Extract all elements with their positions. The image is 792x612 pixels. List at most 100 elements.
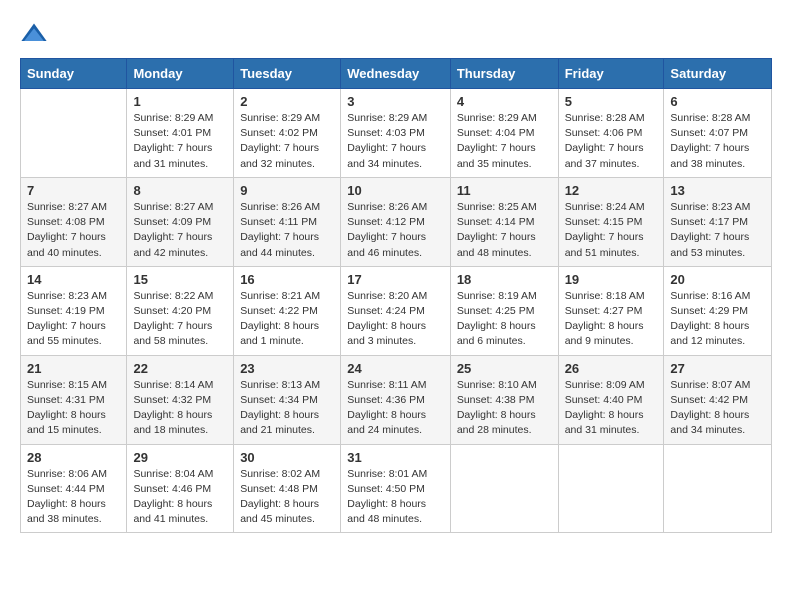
- weekday-header-sunday: Sunday: [21, 59, 127, 89]
- day-number: 30: [240, 450, 334, 465]
- day-number: 20: [670, 272, 765, 287]
- day-number: 6: [670, 94, 765, 109]
- calendar-cell: 9 Sunrise: 8:26 AM Sunset: 4:11 PM Daylig…: [234, 177, 341, 266]
- day-number: 23: [240, 361, 334, 376]
- day-info: Sunrise: 8:22 AM Sunset: 4:20 PM Dayligh…: [133, 289, 227, 350]
- day-number: 16: [240, 272, 334, 287]
- calendar-cell: 7Sunrise: 8:27 AM Sunset: 4:08 PM Daylig…: [21, 177, 127, 266]
- day-number: 28: [27, 450, 120, 465]
- calendar-week-row: 21Sunrise: 8:15 AM Sunset: 4:31 PM Dayli…: [21, 355, 772, 444]
- day-number: 27: [670, 361, 765, 376]
- day-number: 14: [27, 272, 120, 287]
- calendar-cell: [558, 444, 664, 533]
- day-number: 12: [565, 183, 658, 198]
- day-number: 10: [347, 183, 444, 198]
- weekday-header-friday: Friday: [558, 59, 664, 89]
- day-number: 19: [565, 272, 658, 287]
- logo-icon: [20, 20, 48, 48]
- calendar-cell: [450, 444, 558, 533]
- calendar-cell: 3 Sunrise: 8:29 AM Sunset: 4:03 PM Daylig…: [341, 89, 451, 178]
- day-info: Sunrise: 8:27 AM Sunset: 4:09 PM Dayligh…: [133, 200, 227, 261]
- day-number: 8: [133, 183, 227, 198]
- calendar-cell: 16Sunrise: 8:21 AM Sunset: 4:22 PM Dayli…: [234, 266, 341, 355]
- day-number: 5: [565, 94, 658, 109]
- day-number: 17: [347, 272, 444, 287]
- calendar-week-row: 28 Sunrise: 8:06 AM Sunset: 4:44 PM Dayli…: [21, 444, 772, 533]
- day-info: Sunrise: 8:28 AM Sunset: 4:07 PM Dayligh…: [670, 111, 765, 172]
- weekday-header-tuesday: Tuesday: [234, 59, 341, 89]
- day-info: Sunrise: 8:28 AM Sunset: 4:06 PM Dayligh…: [565, 111, 658, 172]
- calendar-week-row: 14Sunrise: 8:23 AM Sunset: 4:19 PM Dayli…: [21, 266, 772, 355]
- calendar-cell: 22 Sunrise: 8:14 AM Sunset: 4:32 PM Dayli…: [127, 355, 234, 444]
- calendar-cell: 14Sunrise: 8:23 AM Sunset: 4:19 PM Dayli…: [21, 266, 127, 355]
- calendar-cell: 25Sunrise: 8:10 AM Sunset: 4:38 PM Dayli…: [450, 355, 558, 444]
- calendar-cell: 10 Sunrise: 8:26 AM Sunset: 4:12 PM Dayli…: [341, 177, 451, 266]
- day-info: Sunrise: 8:09 AM Sunset: 4:40 PM Dayligh…: [565, 378, 658, 439]
- calendar-cell: 27 Sunrise: 8:07 AM Sunset: 4:42 PM Dayli…: [664, 355, 772, 444]
- calendar-cell: 21Sunrise: 8:15 AM Sunset: 4:31 PM Dayli…: [21, 355, 127, 444]
- calendar-cell: 17 Sunrise: 8:20 AM Sunset: 4:24 PM Dayli…: [341, 266, 451, 355]
- day-number: 31: [347, 450, 444, 465]
- day-info: Sunrise: 8:29 AM Sunset: 4:01 PM Dayligh…: [133, 111, 227, 172]
- calendar-cell: 4 Sunrise: 8:29 AM Sunset: 4:04 PM Daylig…: [450, 89, 558, 178]
- day-number: 9: [240, 183, 334, 198]
- day-info: Sunrise: 8:01 AM Sunset: 4:50 PM Dayligh…: [347, 467, 444, 528]
- day-number: 29: [133, 450, 227, 465]
- day-info: Sunrise: 8:07 AM Sunset: 4:42 PM Dayligh…: [670, 378, 765, 439]
- calendar-cell: 24Sunrise: 8:11 AM Sunset: 4:36 PM Dayli…: [341, 355, 451, 444]
- calendar-cell: 19 Sunrise: 8:18 AM Sunset: 4:27 PM Dayli…: [558, 266, 664, 355]
- calendar-cell: 15 Sunrise: 8:22 AM Sunset: 4:20 PM Dayli…: [127, 266, 234, 355]
- day-info: Sunrise: 8:29 AM Sunset: 4:03 PM Dayligh…: [347, 111, 444, 172]
- calendar-cell: 18 Sunrise: 8:19 AM Sunset: 4:25 PM Dayli…: [450, 266, 558, 355]
- day-info: Sunrise: 8:04 AM Sunset: 4:46 PM Dayligh…: [133, 467, 227, 528]
- logo: [20, 20, 52, 48]
- day-number: 3: [347, 94, 444, 109]
- day-number: 2: [240, 94, 334, 109]
- day-info: Sunrise: 8:02 AM Sunset: 4:48 PM Dayligh…: [240, 467, 334, 528]
- calendar-cell: 6 Sunrise: 8:28 AM Sunset: 4:07 PM Daylig…: [664, 89, 772, 178]
- day-info: Sunrise: 8:27 AM Sunset: 4:08 PM Dayligh…: [27, 200, 120, 261]
- day-number: 13: [670, 183, 765, 198]
- day-info: Sunrise: 8:29 AM Sunset: 4:02 PM Dayligh…: [240, 111, 334, 172]
- weekday-header-row: SundayMondayTuesdayWednesdayThursdayFrid…: [21, 59, 772, 89]
- day-info: Sunrise: 8:20 AM Sunset: 4:24 PM Dayligh…: [347, 289, 444, 350]
- calendar-cell: 8 Sunrise: 8:27 AM Sunset: 4:09 PM Daylig…: [127, 177, 234, 266]
- day-number: 15: [133, 272, 227, 287]
- calendar-cell: 2 Sunrise: 8:29 AM Sunset: 4:02 PM Daylig…: [234, 89, 341, 178]
- day-number: 4: [457, 94, 552, 109]
- day-info: Sunrise: 8:06 AM Sunset: 4:44 PM Dayligh…: [27, 467, 120, 528]
- calendar-cell: 1Sunrise: 8:29 AM Sunset: 4:01 PM Daylig…: [127, 89, 234, 178]
- day-info: Sunrise: 8:23 AM Sunset: 4:17 PM Dayligh…: [670, 200, 765, 261]
- day-info: Sunrise: 8:16 AM Sunset: 4:29 PM Dayligh…: [670, 289, 765, 350]
- weekday-header-thursday: Thursday: [450, 59, 558, 89]
- day-info: Sunrise: 8:26 AM Sunset: 4:12 PM Dayligh…: [347, 200, 444, 261]
- calendar-cell: 20 Sunrise: 8:16 AM Sunset: 4:29 PM Dayli…: [664, 266, 772, 355]
- day-number: 18: [457, 272, 552, 287]
- day-info: Sunrise: 8:24 AM Sunset: 4:15 PM Dayligh…: [565, 200, 658, 261]
- calendar-cell: 29 Sunrise: 8:04 AM Sunset: 4:46 PM Dayli…: [127, 444, 234, 533]
- day-info: Sunrise: 8:15 AM Sunset: 4:31 PM Dayligh…: [27, 378, 120, 439]
- calendar-cell: 13 Sunrise: 8:23 AM Sunset: 4:17 PM Dayli…: [664, 177, 772, 266]
- calendar-cell: 26 Sunrise: 8:09 AM Sunset: 4:40 PM Dayli…: [558, 355, 664, 444]
- calendar-cell: 5 Sunrise: 8:28 AM Sunset: 4:06 PM Daylig…: [558, 89, 664, 178]
- day-info: Sunrise: 8:13 AM Sunset: 4:34 PM Dayligh…: [240, 378, 334, 439]
- calendar-cell: 30 Sunrise: 8:02 AM Sunset: 4:48 PM Dayli…: [234, 444, 341, 533]
- calendar-cell: 28 Sunrise: 8:06 AM Sunset: 4:44 PM Dayli…: [21, 444, 127, 533]
- calendar-cell: 31 Sunrise: 8:01 AM Sunset: 4:50 PM Dayli…: [341, 444, 451, 533]
- weekday-header-wednesday: Wednesday: [341, 59, 451, 89]
- day-info: Sunrise: 8:19 AM Sunset: 4:25 PM Dayligh…: [457, 289, 552, 350]
- day-info: Sunrise: 8:29 AM Sunset: 4:04 PM Dayligh…: [457, 111, 552, 172]
- weekday-header-saturday: Saturday: [664, 59, 772, 89]
- day-info: Sunrise: 8:25 AM Sunset: 4:14 PM Dayligh…: [457, 200, 552, 261]
- calendar-cell: 23 Sunrise: 8:13 AM Sunset: 4:34 PM Dayli…: [234, 355, 341, 444]
- day-info: Sunrise: 8:26 AM Sunset: 4:11 PM Dayligh…: [240, 200, 334, 261]
- day-info: Sunrise: 8:11 AM Sunset: 4:36 PM Dayligh…: [347, 378, 444, 439]
- day-number: 26: [565, 361, 658, 376]
- weekday-header-monday: Monday: [127, 59, 234, 89]
- calendar-cell: [21, 89, 127, 178]
- day-number: 22: [133, 361, 227, 376]
- day-info: Sunrise: 8:14 AM Sunset: 4:32 PM Dayligh…: [133, 378, 227, 439]
- day-info: Sunrise: 8:10 AM Sunset: 4:38 PM Dayligh…: [457, 378, 552, 439]
- calendar-cell: 11Sunrise: 8:25 AM Sunset: 4:14 PM Dayli…: [450, 177, 558, 266]
- day-info: Sunrise: 8:18 AM Sunset: 4:27 PM Dayligh…: [565, 289, 658, 350]
